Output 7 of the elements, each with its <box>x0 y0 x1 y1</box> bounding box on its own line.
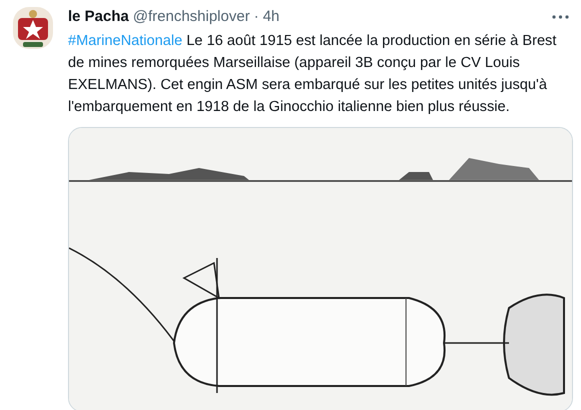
more-icon[interactable] <box>552 15 569 19</box>
timestamp[interactable]: 4h <box>262 6 280 28</box>
tweet-text: #MarineNationale Le 16 août 1915 est lancée la production en série à Brest de mines remorquées Marseillaise (appareil 3B conçu par le CV Louis EXELMANS). Cet engin ASM sera embarqué sur les petites unités jusqu'à l'embarquement en 1918 de la Ginocchio italienne bien plus réussie. <box>68 32 558 117</box>
avatar[interactable] <box>12 6 54 50</box>
author-handle[interactable]: @frenchshiplover <box>132 6 250 28</box>
author-name[interactable]: le Pacha <box>68 6 129 28</box>
separator: · <box>254 6 259 27</box>
